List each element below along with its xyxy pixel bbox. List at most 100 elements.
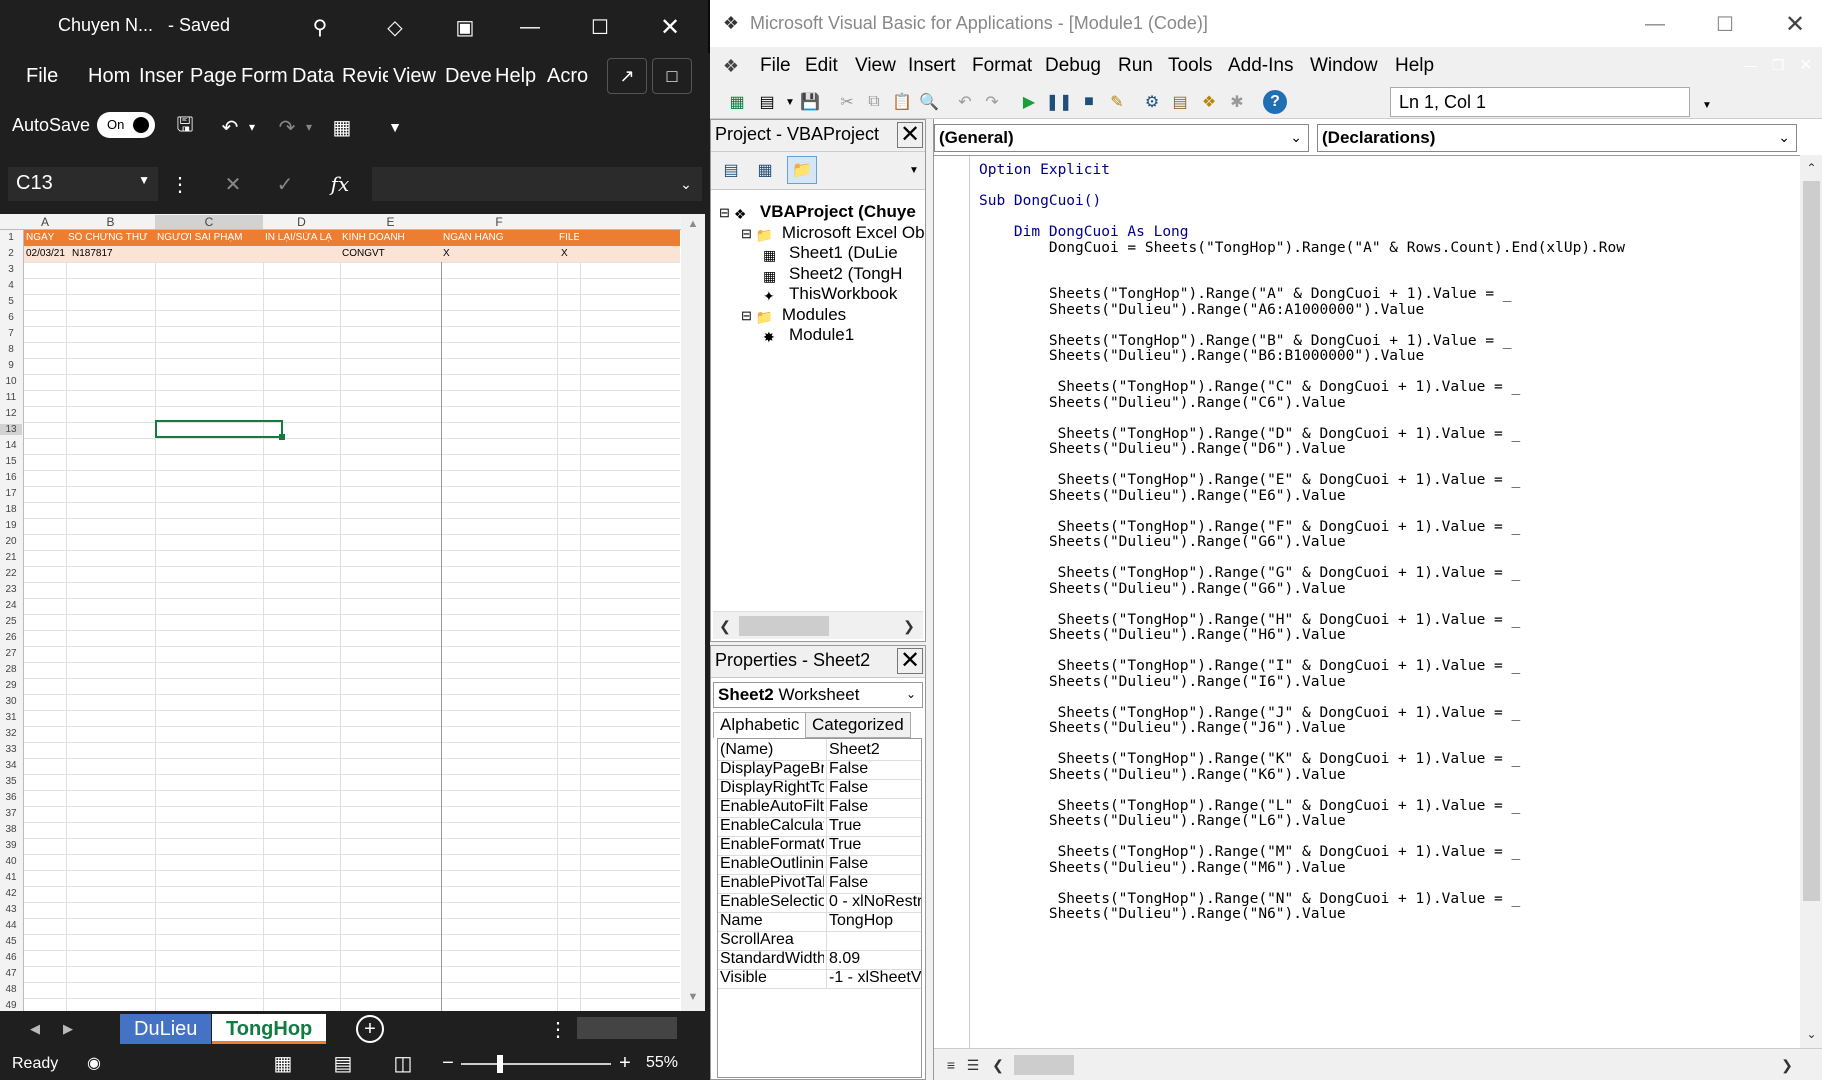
name-box[interactable]: C13 ▼	[8, 167, 158, 201]
row-header[interactable]: 28	[0, 664, 22, 675]
property-value[interactable]: -1 - xlSheetVi	[829, 969, 921, 987]
toolbar-options-icon[interactable]: ▼	[1695, 93, 1719, 117]
enter-icon[interactable]: ✓	[270, 167, 300, 201]
menu-add-ins[interactable]: Add-Ins	[1228, 55, 1293, 77]
tab-file[interactable]: File	[26, 65, 58, 88]
save-icon[interactable]: 💾	[798, 90, 822, 114]
worksheet-grid[interactable]: A B C D E F 1 2 3 4 5 6 7 8 9 10 11 12 13 14 15 16 17 18 1…	[0, 214, 705, 1011]
scrollbar-thumb[interactable]	[1803, 181, 1820, 901]
row-header[interactable]: 7	[0, 328, 22, 339]
collapse-icon[interactable]: ⊟	[741, 226, 752, 241]
property-value[interactable]: TongHop	[829, 912, 921, 930]
column-header[interactable]: F	[441, 215, 557, 229]
row-header[interactable]: 47	[0, 968, 22, 979]
save-sync-icon[interactable]: 🖫	[170, 112, 200, 142]
row-header[interactable]: 9	[0, 360, 22, 371]
property-value[interactable]: False	[829, 798, 921, 816]
cancel-icon[interactable]: ✕	[218, 167, 248, 201]
row-header[interactable]: 48	[0, 984, 22, 995]
zoom-out-icon[interactable]: −	[440, 1051, 456, 1075]
tree-item[interactable]: ▦ Sheet1 (DuLie	[763, 243, 925, 263]
sheet-tab-dulieu[interactable]: DuLieu	[120, 1014, 212, 1044]
menu-tools[interactable]: Tools	[1168, 55, 1212, 77]
property-value[interactable]: Sheet2	[829, 741, 921, 759]
row-header[interactable]: 1	[0, 232, 22, 243]
tree-item[interactable]: ✸ Module1	[763, 325, 925, 345]
customize-qat-icon[interactable]: ▼	[380, 112, 410, 142]
menu-debug[interactable]: Debug	[1045, 55, 1101, 77]
share-button[interactable]: ↗	[607, 58, 647, 94]
row-header[interactable]: 17	[0, 488, 22, 499]
close-icon[interactable]: ✕	[655, 12, 685, 42]
excel-view-icon[interactable]: ❖	[718, 53, 744, 79]
object-browser-icon[interactable]: ❖	[1197, 90, 1221, 114]
redo-icon[interactable]: ↷	[272, 112, 302, 142]
add-sheet-icon[interactable]: +	[356, 1015, 384, 1043]
tree-item[interactable]: ⊟ ❖ VBAProject (Chuye	[719, 202, 925, 222]
scroll-down-icon[interactable]: ⌄	[1803, 1025, 1820, 1043]
scroll-up-icon[interactable]: ▲	[685, 216, 701, 232]
property-value[interactable]: False	[829, 760, 921, 778]
row-header[interactable]: 21	[0, 552, 22, 563]
page-layout-view-icon[interactable]: ▤	[330, 1051, 356, 1075]
scrollbar-thumb[interactable]	[739, 616, 829, 636]
scroll-left-icon[interactable]: ❮	[990, 1055, 1006, 1075]
tab-help[interactable]: Help	[495, 65, 541, 88]
row-header[interactable]: 35	[0, 776, 22, 787]
row-header[interactable]: 33	[0, 744, 22, 755]
redo-dropdown-icon[interactable]: ▾	[302, 114, 316, 140]
tab-formulas[interactable]: Form	[241, 65, 287, 88]
formula-input[interactable]: ⌄	[372, 167, 702, 201]
autosave-toggle[interactable]: On	[97, 112, 155, 138]
tab-review[interactable]: Revie	[342, 65, 388, 88]
maximize-icon[interactable]: ☐	[585, 12, 615, 42]
row-header[interactable]: 41	[0, 872, 22, 883]
tab-page-layout[interactable]: Page	[190, 65, 236, 88]
row-header[interactable]: 13	[0, 424, 22, 435]
sheet-tab-tonghop[interactable]: TongHop	[212, 1014, 327, 1044]
column-header[interactable]: B	[66, 215, 155, 229]
property-value[interactable]: True	[829, 836, 921, 854]
row-header[interactable]: 22	[0, 568, 22, 579]
menu-view[interactable]: View	[855, 55, 896, 77]
scroll-down-icon[interactable]: ▼	[907, 158, 921, 182]
row-header[interactable]: 23	[0, 584, 22, 595]
workbook-name[interactable]: Chuyen N...	[58, 15, 153, 36]
find-icon[interactable]: 🔍	[917, 90, 941, 114]
row-header[interactable]: 36	[0, 792, 22, 803]
row-header[interactable]: 4	[0, 280, 22, 291]
column-header[interactable]: D	[263, 215, 340, 229]
row-header[interactable]: 20	[0, 536, 22, 547]
row-header[interactable]: 34	[0, 760, 22, 771]
scroll-right-icon[interactable]: ❯	[1779, 1055, 1795, 1075]
view-code-icon[interactable]: ▤	[719, 158, 743, 182]
next-sheet-icon[interactable]: ▶	[58, 1017, 78, 1041]
row-header[interactable]: 25	[0, 616, 22, 627]
row-header[interactable]: 30	[0, 696, 22, 707]
menu-edit[interactable]: Edit	[805, 55, 838, 77]
menu-insert[interactable]: Insert	[908, 55, 956, 77]
procedure-combo[interactable]: (Declarations) ⌄	[1317, 124, 1797, 152]
tree-item[interactable]: ✦ ThisWorkbook	[763, 284, 925, 304]
tree-item[interactable]: ⊟ 📁 Microsoft Excel Ob	[741, 223, 925, 243]
menu-format[interactable]: Format	[972, 55, 1032, 77]
table-header-cell[interactable]: KINH DOANH	[342, 232, 440, 243]
accessibility-icon[interactable]: ◉	[82, 1051, 106, 1075]
properties-window-icon[interactable]: ▤	[1168, 90, 1192, 114]
maximize-icon[interactable]: ☐	[1710, 12, 1740, 36]
comments-button[interactable]: □	[652, 58, 692, 94]
row-header[interactable]: 46	[0, 952, 22, 963]
scroll-left-icon[interactable]: ❮	[717, 616, 733, 636]
collapse-icon[interactable]: ⊟	[741, 308, 752, 323]
row-header[interactable]: 15	[0, 456, 22, 467]
row-header[interactable]: 24	[0, 600, 22, 611]
row-header[interactable]: 49	[0, 1000, 22, 1011]
tab-developer[interactable]: Deve	[445, 65, 491, 88]
property-value[interactable]: 0 - xlNoRestri	[829, 893, 921, 911]
row-header[interactable]: 16	[0, 472, 22, 483]
row-header[interactable]: 37	[0, 808, 22, 819]
tree-item[interactable]: ⊟ 📁 Modules	[741, 305, 925, 325]
copy-icon[interactable]: ⧉	[862, 90, 886, 114]
menu-window[interactable]: Window	[1310, 55, 1378, 77]
child-minimize-icon[interactable]: —	[1740, 55, 1760, 75]
